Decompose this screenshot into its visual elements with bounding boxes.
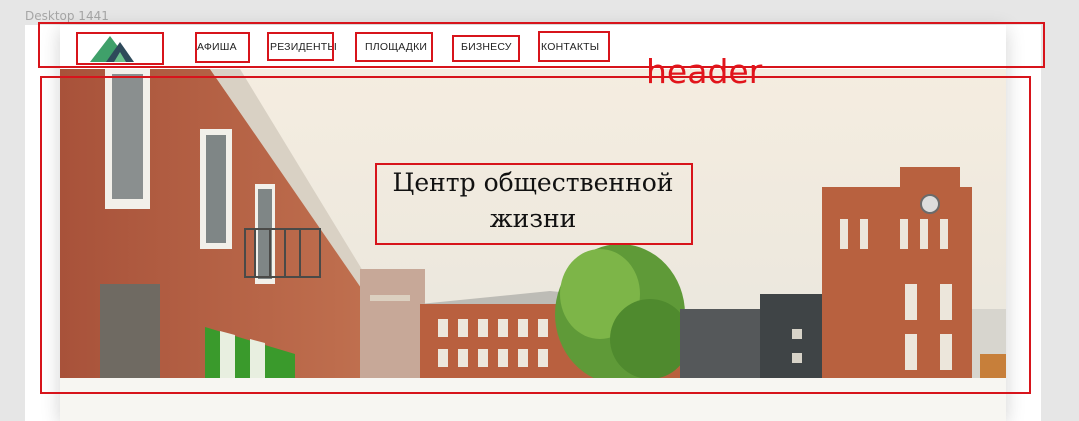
hero-title: Центр общественной жизни [392, 168, 674, 233]
hero-banner: Центр общественной жизни [60, 69, 1006, 378]
logo-icon[interactable] [78, 32, 148, 64]
site-header: АФИША РЕЗИДЕНТЫ ПЛОЩАДКИ БИЗНЕСУ КОНТАКТ… [60, 25, 1006, 69]
page: АФИША РЕЗИДЕНТЫ ПЛОЩАДКИ БИЗНЕСУ КОНТАКТ… [60, 25, 1006, 421]
nav-item-contacts[interactable]: КОНТАКТЫ [541, 34, 599, 60]
nav-item-afisha[interactable]: АФИША [197, 34, 237, 60]
header-annotation-label: header [646, 52, 763, 91]
content-section [60, 378, 1006, 421]
nav-item-business[interactable]: БИЗНЕСУ [461, 34, 512, 60]
nav-item-residents[interactable]: РЕЗИДЕНТЫ [270, 34, 337, 60]
frame-label: Desktop 1441 [25, 9, 109, 23]
nav-item-venues[interactable]: ПЛОЩАДКИ [365, 34, 427, 60]
